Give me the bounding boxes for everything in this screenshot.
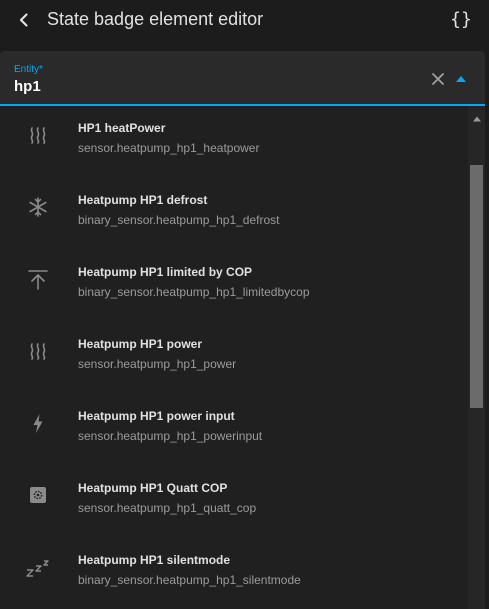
code-editor-toggle-button[interactable]: {} bbox=[448, 7, 474, 33]
list-item[interactable]: Heatpump HP1 defrost binary_sensor.heatp… bbox=[0, 178, 468, 250]
item-entity-id: sensor.heatpump_hp1_heatpower bbox=[78, 141, 260, 155]
arrow-collapse-up-icon bbox=[24, 265, 52, 293]
item-name: Heatpump HP1 limited by COP bbox=[78, 265, 253, 279]
lightning-bolt-icon bbox=[24, 409, 52, 437]
scroll-up-button[interactable] bbox=[472, 110, 482, 122]
item-name: Heatpump HP1 power input bbox=[78, 409, 235, 423]
entity-field-label: Entity* bbox=[14, 64, 43, 75]
item-name: Heatpump HP1 Quatt COP bbox=[78, 481, 228, 495]
item-entity-id: sensor.heatpump_hp1_powerinput bbox=[78, 429, 263, 443]
heat-wave-icon bbox=[24, 121, 52, 149]
back-button[interactable] bbox=[12, 8, 36, 32]
item-name: HP1 heatPower bbox=[78, 121, 166, 135]
item-entity-id: binary_sensor.heatpump_hp1_defrost bbox=[78, 213, 280, 227]
item-entity-id: sensor.heatpump_hp1_quatt_cop bbox=[78, 501, 257, 515]
item-entity-id: binary_sensor.heatpump_hp1_silentmode bbox=[78, 573, 301, 587]
list-item[interactable]: Heatpump HP1 Quatt COP sensor.heatpump_h… bbox=[0, 466, 468, 538]
triangle-up-icon bbox=[456, 76, 466, 82]
list-item[interactable]: Heatpump HP1 limited by COP binary_senso… bbox=[0, 250, 468, 322]
scroll-up-arrow-icon bbox=[473, 116, 481, 122]
page-title: State badge element editor bbox=[47, 9, 264, 29]
entity-suggestion-list[interactable]: HP1 heatPower sensor.heatpump_hp1_heatpo… bbox=[0, 106, 468, 609]
editor-header: State badge element editor {} bbox=[0, 0, 489, 40]
back-arrow-icon bbox=[19, 13, 28, 27]
close-icon bbox=[432, 73, 444, 85]
item-name: Heatpump HP1 silentmode bbox=[78, 553, 231, 567]
dropdown-toggle-button[interactable] bbox=[452, 70, 470, 88]
scrollbar-thumb[interactable] bbox=[470, 165, 483, 408]
item-entity-id: sensor.heatpump_hp1_power bbox=[78, 357, 237, 371]
list-item[interactable]: Heatpump HP1 silentmode binary_sensor.he… bbox=[0, 538, 468, 609]
sleep-icon bbox=[24, 553, 52, 581]
eye-box-icon bbox=[24, 481, 52, 509]
heat-wave-icon bbox=[24, 337, 52, 365]
list-item[interactable]: Heatpump HP1 power input sensor.heatpump… bbox=[0, 394, 468, 466]
list-item[interactable]: Heatpump HP1 power sensor.heatpump_hp1_p… bbox=[0, 322, 468, 394]
snowflake-icon bbox=[24, 193, 52, 221]
clear-button[interactable] bbox=[428, 69, 448, 89]
item-name: Heatpump HP1 power bbox=[78, 337, 203, 351]
entity-input[interactable] bbox=[14, 77, 394, 95]
item-entity-id: binary_sensor.heatpump_hp1_limitedbycop bbox=[78, 285, 310, 299]
item-name: Heatpump HP1 defrost bbox=[78, 193, 208, 207]
list-item[interactable]: HP1 heatPower sensor.heatpump_hp1_heatpo… bbox=[0, 106, 468, 178]
